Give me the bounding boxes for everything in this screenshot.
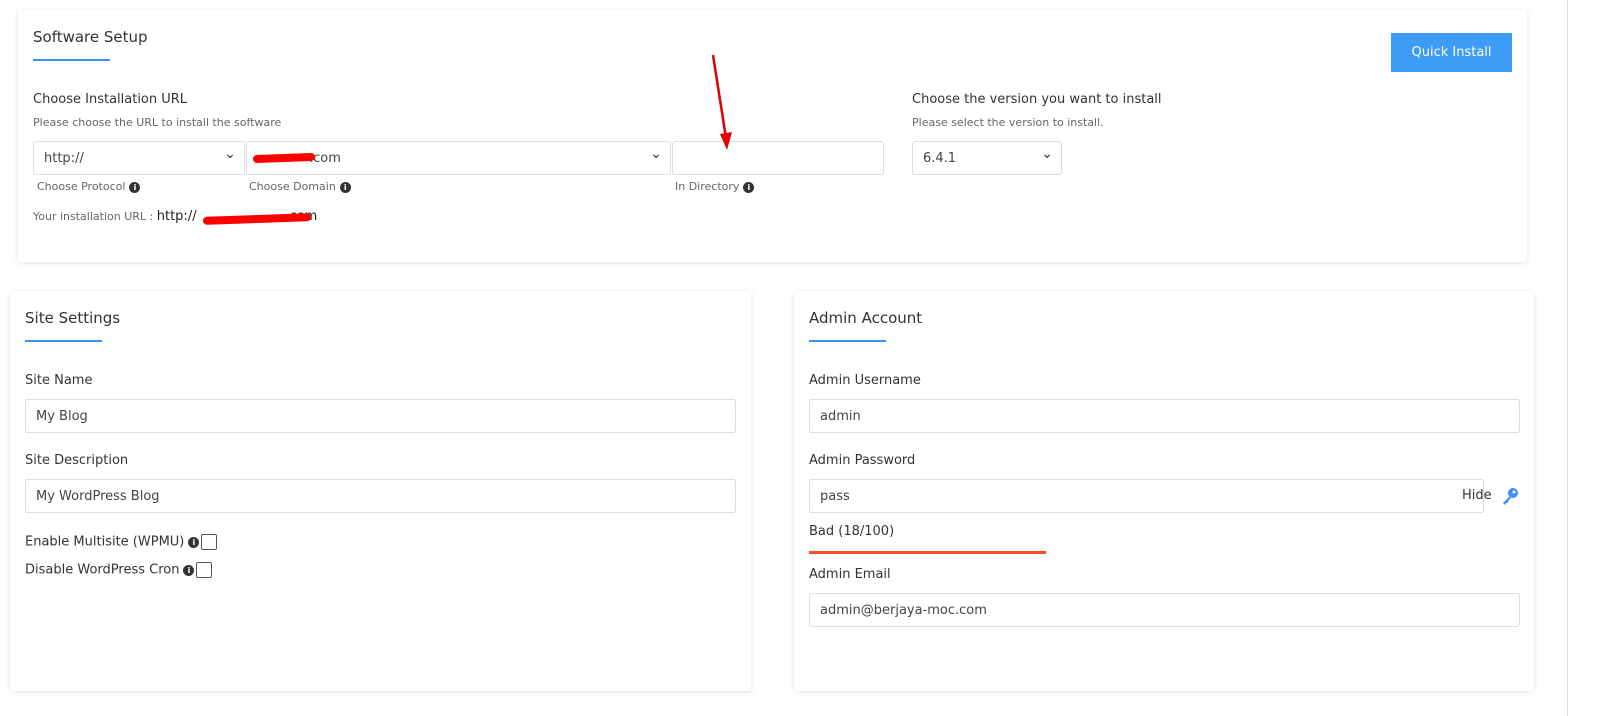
multisite-checkbox[interactable] bbox=[201, 534, 218, 550]
email-value: admin@berjaya-moc.com bbox=[820, 602, 987, 618]
password-input[interactable]: pass bbox=[809, 479, 1484, 513]
directory-label-text: In Directory bbox=[675, 180, 740, 193]
info-icon[interactable]: i bbox=[743, 181, 755, 193]
site-description-value: My WordPress Blog bbox=[36, 488, 160, 504]
site-name-value: My Blog bbox=[36, 408, 88, 424]
version-value: 6.4.1 bbox=[923, 150, 957, 166]
site-description-label: Site Description bbox=[25, 453, 129, 468]
quick-install-button[interactable]: Quick Install bbox=[1391, 33, 1512, 72]
cron-label: Disable WordPress Cron bbox=[25, 562, 180, 578]
protocol-label: Choose Protocol i bbox=[37, 180, 141, 193]
cron-option: Disable WordPress Cron i bbox=[25, 562, 213, 578]
title-underline bbox=[809, 340, 886, 342]
username-value: admin bbox=[820, 408, 861, 424]
password-strength-bar bbox=[809, 551, 1046, 554]
email-input[interactable]: admin@berjaya-moc.com bbox=[809, 593, 1520, 627]
multisite-label: Enable Multisite (WPMU) bbox=[25, 534, 185, 550]
url-label: Your installation URL : bbox=[33, 210, 154, 223]
domain-label-text: Choose Domain bbox=[249, 180, 336, 193]
card-title: Admin Account bbox=[809, 309, 923, 327]
password-strength-label: Bad (18/100) bbox=[809, 524, 895, 539]
title-underline bbox=[25, 340, 102, 342]
username-label: Admin Username bbox=[809, 373, 921, 388]
site-name-input[interactable]: My Blog bbox=[25, 399, 736, 433]
multisite-option: Enable Multisite (WPMU) i bbox=[25, 534, 218, 550]
annotation-arrow bbox=[711, 54, 732, 150]
admin-account-card: Admin Account Admin Username admin Admin… bbox=[794, 291, 1534, 691]
protocol-label-text: Choose Protocol bbox=[37, 180, 126, 193]
info-icon[interactable]: i bbox=[183, 564, 195, 576]
info-icon[interactable]: i bbox=[188, 536, 200, 548]
install-url-help: Please choose the URL to install the sof… bbox=[33, 116, 282, 129]
version-help: Please select the version to install. bbox=[912, 116, 1104, 129]
password-value: pass bbox=[820, 488, 850, 504]
install-url-label: Choose Installation URL bbox=[33, 92, 188, 107]
software-setup-card: Software Setup Quick Install Choose Inst… bbox=[18, 10, 1527, 262]
version-label: Choose the version you want to install bbox=[912, 92, 1162, 107]
key-icon[interactable] bbox=[1500, 486, 1520, 506]
domain-label: Choose Domain i bbox=[249, 180, 351, 193]
card-title: Software Setup bbox=[33, 28, 148, 46]
protocol-value: http:// bbox=[44, 150, 84, 166]
url-prefix: http:// bbox=[156, 209, 197, 224]
card-title: Site Settings bbox=[25, 309, 121, 327]
username-input[interactable]: admin bbox=[809, 399, 1520, 433]
title-underline bbox=[33, 59, 110, 61]
info-icon[interactable]: i bbox=[339, 181, 351, 193]
site-settings-card: Site Settings Site Name My Blog Site Des… bbox=[10, 291, 751, 691]
email-label: Admin Email bbox=[809, 567, 891, 582]
hide-password-button[interactable]: Hide bbox=[1462, 488, 1492, 503]
site-name-label: Site Name bbox=[25, 373, 93, 388]
directory-label: In Directory i bbox=[675, 180, 755, 193]
info-icon[interactable]: i bbox=[129, 181, 141, 193]
site-description-input[interactable]: My WordPress Blog bbox=[25, 479, 736, 513]
scrollbar-track[interactable] bbox=[1567, 0, 1568, 716]
cron-checkbox[interactable] bbox=[196, 562, 213, 578]
protocol-select[interactable]: http:// bbox=[33, 141, 245, 175]
password-label: Admin Password bbox=[809, 453, 916, 468]
version-select[interactable]: 6.4.1 bbox=[912, 141, 1062, 175]
